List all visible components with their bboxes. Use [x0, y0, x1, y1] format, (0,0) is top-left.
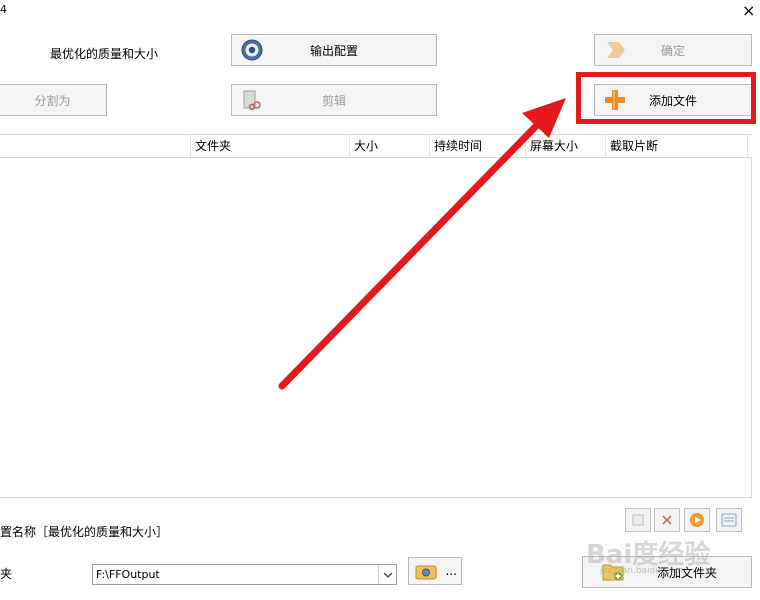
profile-name-label: 置名称［最优化的质量和大小］ — [0, 525, 169, 539]
baidu-watermark-url: jingyan.baidu.com — [600, 566, 684, 576]
output-path-select[interactable]: F:\FFOutput — [92, 564, 397, 585]
remove-icon — [662, 515, 672, 525]
browse-folder-button[interactable]: ... — [408, 557, 462, 585]
remove-button[interactable] — [654, 508, 680, 532]
blank-icon — [632, 514, 644, 526]
move-up-button[interactable] — [625, 508, 651, 532]
info-button[interactable] — [716, 508, 742, 532]
play-icon — [690, 513, 704, 527]
info-icon — [721, 513, 737, 527]
output-folder-label: 夹 — [0, 567, 13, 581]
folder-camera-icon — [415, 562, 437, 580]
output-path-value: F:\FFOutput — [96, 568, 160, 581]
browse-ellipsis: ... — [445, 564, 457, 578]
play-button[interactable] — [684, 508, 710, 532]
chevron-down-icon[interactable] — [378, 565, 396, 584]
